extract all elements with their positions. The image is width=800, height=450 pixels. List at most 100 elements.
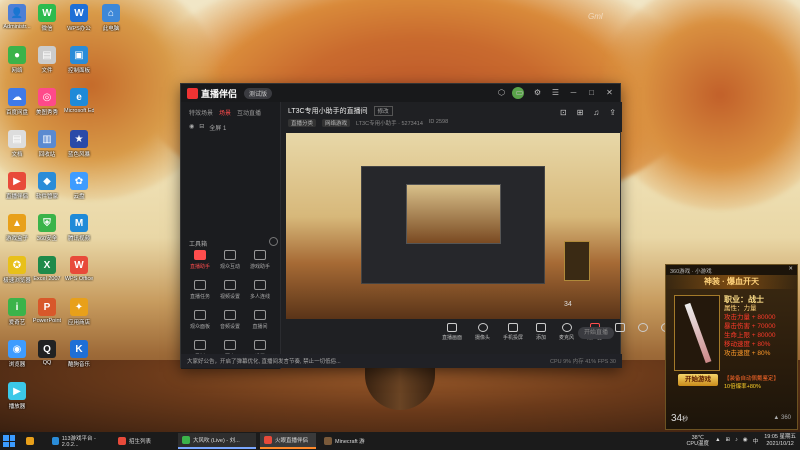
game-ad-popup[interactable]: 360游戏 · 小游戏 ✕ 神装 · 爆血开天 职业：战士 属性：力量 攻击力量… (665, 264, 798, 430)
tab-2[interactable]: 互动直播 (237, 108, 261, 118)
desktop-icon[interactable]: W WPS办公 (64, 4, 94, 38)
desktop-icon[interactable]: K 酷狗音乐 (64, 340, 94, 374)
share-icon[interactable]: ⇪ (609, 108, 616, 117)
lock-icon[interactable]: ⊟ (199, 123, 204, 132)
taskbar-app[interactable]: 招生列表 (114, 433, 174, 449)
tool-icon (224, 340, 236, 350)
desktop-icon[interactable]: ★ 蓝色风暴 (64, 130, 94, 164)
desktop-icon[interactable]: W WPS Office (64, 256, 94, 290)
desktop-icon[interactable]: i 爱奇艺 (2, 298, 32, 332)
desktop-icon[interactable]: ▤ 文件 (32, 46, 62, 80)
app-logo: 直播伴侣 测试版 (187, 87, 273, 100)
desktop-icon-label: WPS办公 (67, 26, 91, 32)
start-live-button[interactable]: 开始直播 (578, 327, 614, 339)
desktop-icon[interactable]: ▣ 控制面板 (64, 46, 94, 80)
source-control[interactable]: 添加 (536, 323, 546, 341)
source-control[interactable]: 麦克风 (559, 323, 574, 341)
music-icon[interactable]: ♫ (593, 108, 599, 117)
source-control[interactable] (638, 323, 649, 334)
desktop-icon[interactable]: 👤 Administr... (2, 4, 32, 38)
tool-item[interactable]: 直播任务 (185, 280, 215, 304)
app-icon: ▣ (70, 46, 88, 64)
tool-item[interactable]: 直播间 (245, 310, 275, 334)
ime-icon[interactable]: 中 (753, 437, 759, 445)
desktop-icon[interactable]: P PowerPoint (32, 298, 62, 332)
cpu-temp-label: CPU温度 (686, 440, 710, 447)
skin-icon[interactable]: ⬡ (497, 88, 506, 97)
desktop-icon[interactable]: ✿ 云盘 (64, 172, 94, 206)
desktop-icon[interactable]: ◆ 软件管家 (32, 172, 62, 206)
start-menu-button[interactable] (3, 435, 15, 447)
desktop-icon[interactable]: ▶ 直播伴侣 (2, 172, 32, 206)
version-badge[interactable]: 测试版 (244, 88, 273, 99)
source-control[interactable]: 手机投屏 (503, 323, 523, 341)
desktop-icon[interactable]: ◉ 浏览器 (2, 340, 32, 374)
source-control[interactable]: 直播画面 (442, 323, 462, 341)
toolbox-settings-icon[interactable] (269, 237, 278, 246)
close-icon[interactable]: ✕ (605, 88, 614, 97)
desktop-icon[interactable]: ⌂ 此电脑 (96, 4, 126, 38)
edit-room-button[interactable]: 修改 (373, 106, 393, 116)
tool-item[interactable]: 音频设置 (215, 310, 245, 334)
desktop-icon[interactable]: ▤ 文档 (2, 130, 32, 164)
app-icon: M (70, 214, 88, 232)
tool-item[interactable]: 观众互动 (215, 250, 245, 274)
tool-item[interactable]: 游戏助手 (245, 250, 275, 274)
taskbar-app[interactable]: 113游戏平台 - 2.0.2... (48, 433, 110, 449)
taskbar-app[interactable] (22, 433, 44, 449)
screen-icon[interactable]: ▭ (515, 88, 524, 97)
play-game-button[interactable]: 开始游戏 (678, 374, 718, 386)
desktop-icon[interactable]: ☁ 百度网盘 (2, 88, 32, 122)
tool-label: 多人连线 (249, 294, 270, 300)
lock-icon[interactable]: ⊡ (560, 108, 567, 117)
taskbar-app[interactable]: 火眼直播伴侣 (260, 433, 316, 449)
tool-item[interactable]: 观众面板 (185, 310, 215, 334)
close-icon[interactable]: ✕ (788, 266, 793, 272)
minimize-icon[interactable]: ─ (569, 88, 578, 97)
desktop-icon[interactable]: ▶ 播放器 (2, 382, 32, 416)
desktop-icon[interactable]: ⛨ 360安全 (32, 214, 62, 248)
desktop-icon[interactable]: ✦ 应用商店 (64, 298, 94, 332)
desktop-icon[interactable]: ● 网络 (2, 46, 32, 80)
volume-icon[interactable]: ♪ (735, 437, 738, 445)
eye-icon[interactable]: ◉ (189, 123, 194, 132)
tray-expand-icon[interactable]: ▲ (715, 437, 720, 445)
source-control-icon (615, 323, 626, 332)
desktop-icon[interactable]: ▥ 回收站 (32, 130, 62, 164)
desktop-icon[interactable]: X Excel 2007 (32, 256, 62, 290)
stream-preview[interactable]: 34 (286, 133, 620, 319)
live-assistant-window[interactable]: 直播伴侣 测试版 ⬡ ▭ ⚙ ☰ ─ □ ✕ 特效场景 场景 互动直播 ◉ ⊟ 全屏 1 工具箱… (180, 83, 672, 369)
grid-icon[interactable]: ⊞ (577, 108, 584, 117)
ad-title: 神装 · 爆血开天 (666, 275, 797, 289)
taskbar-app[interactable]: 大风吹 (Live) - 刘... (178, 433, 256, 449)
tool-item[interactable]: 直播助手 (185, 250, 215, 274)
desktop-icon[interactable]: ◎ 美图秀秀 (32, 88, 62, 122)
desktop-icon[interactable]: Q QQ (32, 340, 62, 374)
settings-icon[interactable]: ⚙ (533, 88, 542, 97)
tool-label: 音频设置 (219, 324, 240, 330)
desktop-icon-label: 浏览器 (8, 362, 26, 368)
desktop-icon[interactable]: M 腾讯视频 (64, 214, 94, 248)
desktop-icon[interactable]: e Microsoft Edge (64, 88, 94, 122)
desktop-icon[interactable]: ▲ 游戏盒子 (2, 214, 32, 248)
desktop-icon[interactable]: ✪ 极速浏览器 (2, 256, 32, 290)
network-icon[interactable]: ⊞ (726, 437, 731, 445)
security-icon[interactable]: ◉ (743, 437, 748, 445)
source-control[interactable]: 摄像头 (475, 323, 490, 341)
tool-item[interactable]: 视频设置 (215, 280, 245, 304)
tab-1[interactable]: 场景 (219, 108, 231, 118)
ad-countdown-value: 34 (671, 413, 683, 424)
tab-0[interactable]: 特效场景 (189, 108, 213, 118)
source-control[interactable] (615, 323, 626, 334)
menu-icon[interactable]: ☰ (551, 88, 560, 97)
tool-icon (224, 250, 236, 260)
scene-item[interactable]: ◉ ⊟ 全屏 1 (181, 118, 280, 137)
app-icon: W (70, 256, 88, 274)
ad-attribute-label: 属性：力量 (724, 305, 757, 312)
desktop-icon[interactable]: W 微信 (32, 4, 62, 38)
taskbar-app[interactable]: Minecraft 游 (320, 433, 376, 449)
clock[interactable]: 19:05 星期五 2021/10/12 (764, 434, 796, 447)
app-titlebar[interactable]: 直播伴侣 测试版 ⬡ ▭ ⚙ ☰ ─ □ ✕ (181, 84, 620, 102)
maximize-icon[interactable]: □ (587, 88, 596, 97)
tool-item[interactable]: 多人连线 (245, 280, 275, 304)
